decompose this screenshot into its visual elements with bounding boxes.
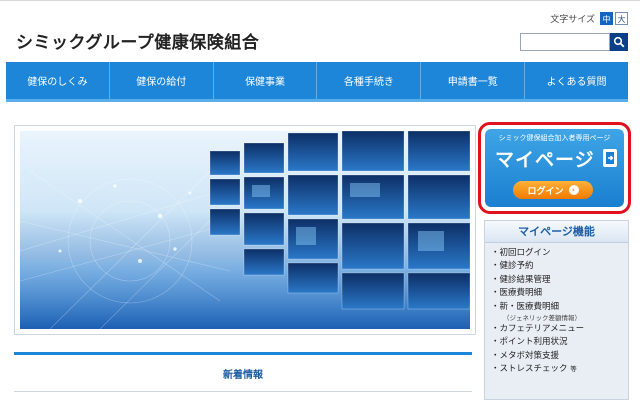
feature-item-label: 健診予約 — [499, 261, 534, 272]
global-nav: 健保のしくみ 健保の給付 保健事業 各種手続き 申請書一覧 よくある質問 — [6, 62, 628, 102]
feature-item-label: 初回ログイン — [499, 248, 551, 258]
feature-item-label: 健診結果管理 — [499, 274, 551, 285]
feature-item-note: （ジェネリック差額情報） — [503, 314, 581, 323]
feature-item-label: カフェテリアメニュー — [499, 324, 585, 335]
hero-image — [20, 131, 470, 329]
font-size-large-button[interactable]: 大 — [615, 12, 628, 25]
feature-item[interactable]: カフェテリアメニュー — [491, 323, 622, 336]
site-header: シミックグループ健康保険組合 文字サイズ 中 大 — [0, 0, 640, 64]
feature-item-label: ストレスチェック — [499, 364, 568, 375]
nav-item-shinseisho[interactable]: 申請書一覧 — [420, 62, 524, 99]
mypage-features-title: マイページ機能 — [485, 221, 628, 243]
mypage-features-list: 初回ログイン 健診予約 健診結果管理 医療費明細 新・医療費明細 （ジェネリック差… — [485, 243, 628, 377]
mypage-banner-subtitle: シミック健保組合加入者専用ページ — [498, 134, 611, 142]
news-tab[interactable]: 新着情報 — [14, 352, 472, 392]
feature-item[interactable]: 新・医療費明細 （ジェネリック差額情報） — [491, 301, 622, 323]
mypage-banner-title: マイページ — [495, 149, 595, 171]
nav-item-hoken-jigyo[interactable]: 保健事業 — [212, 62, 317, 99]
font-size-medium-button[interactable]: 中 — [600, 12, 613, 25]
site-title[interactable]: シミックグループ健康保険組合 — [16, 28, 259, 53]
login-door-icon — [603, 149, 617, 167]
login-button[interactable]: ログイン › — [513, 181, 593, 199]
search-icon — [613, 36, 625, 48]
nav-item-tetsuzuki[interactable]: 各種手続き — [316, 62, 420, 99]
search-button[interactable] — [610, 33, 628, 51]
font-size-label: 文字サイズ — [550, 15, 595, 25]
feature-item-label: メタボ対策支援 — [499, 350, 560, 361]
nav-item-kyufu[interactable]: 健保の給付 — [108, 62, 213, 99]
mypage-banner-panel: シミック健保組合加入者専用ページ マイページ ログイン › — [485, 129, 624, 207]
feature-item-suffix: 等 — [570, 365, 577, 374]
mypage-features-panel: マイページ機能 初回ログイン 健診予約 健診結果管理 医療費明細 新・医療費明細… — [484, 220, 629, 400]
feature-item[interactable]: ポイント利用状況 — [491, 336, 622, 349]
font-size-switcher: 文字サイズ 中 大 — [550, 12, 628, 25]
feature-item[interactable]: 健診結果管理 — [491, 274, 622, 287]
feature-item-label: 新・医療費明細 — [499, 301, 560, 312]
nav-item-faq[interactable]: よくある質問 — [524, 62, 628, 99]
hero-image-frame — [14, 125, 476, 335]
search-input[interactable] — [520, 33, 610, 51]
feature-item[interactable]: メタボ対策支援 — [491, 350, 622, 363]
mypage-banner[interactable]: シミック健保組合加入者専用ページ マイページ ログイン › — [478, 122, 631, 214]
site-search — [520, 33, 628, 51]
feature-item[interactable]: 医療費明細 — [491, 287, 622, 300]
digital-screens-illustration — [20, 131, 470, 329]
feature-item[interactable]: 健診予約 — [491, 260, 622, 273]
feature-item-label: 医療費明細 — [499, 288, 543, 299]
news-tab-label: 新着情報 — [223, 369, 263, 381]
login-button-label: ログイン — [527, 186, 564, 197]
arrow-right-icon: › — [568, 185, 579, 195]
feature-item[interactable]: ストレスチェック 等 — [491, 363, 622, 376]
feature-item[interactable]: 初回ログイン — [491, 247, 622, 260]
feature-item-label: ポイント利用状況 — [499, 337, 568, 348]
nav-item-kenpo-shikumi[interactable]: 健保のしくみ — [6, 62, 109, 99]
